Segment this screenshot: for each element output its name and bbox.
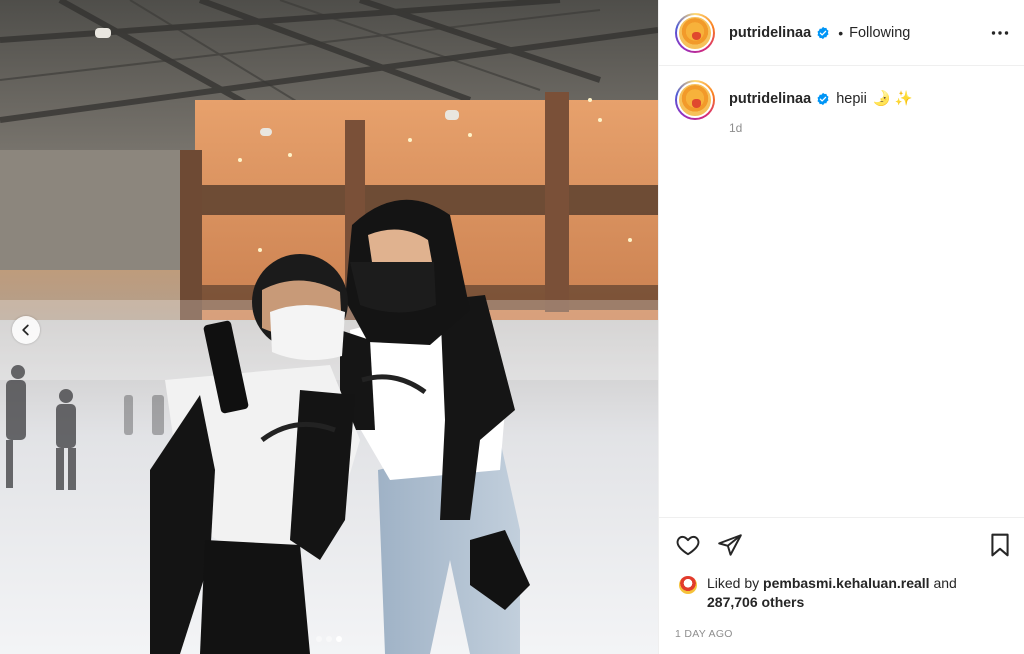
caption-author-avatar[interactable] — [675, 80, 715, 120]
author-avatar[interactable] — [675, 12, 715, 53]
more-options-icon[interactable] — [990, 23, 1010, 43]
likes-summary: Liked by pembasmi.kehaluan.reall and 287… — [675, 574, 1012, 612]
carousel-indicator — [0, 636, 658, 642]
post-media[interactable] — [0, 0, 658, 654]
caption-emoji: 🌛 ✨ — [872, 91, 913, 107]
post-photo — [0, 0, 658, 654]
likes-connector: and — [933, 575, 957, 591]
likes-others-count[interactable]: 287,706 others — [707, 594, 804, 610]
post-header: putridelinaa • Following — [659, 0, 1024, 66]
caption-timestamp[interactable]: 1d — [729, 121, 913, 135]
carousel-dot — [326, 636, 332, 642]
carousel-prev-button[interactable] — [12, 316, 40, 344]
profile-avatar-image — [677, 82, 713, 118]
caption-body: putridelinaa hepii 🌛 ✨ 1d — [729, 80, 913, 136]
heart-icon[interactable] — [675, 532, 701, 558]
send-icon[interactable] — [717, 532, 743, 558]
caption-row: putridelinaa hepii 🌛 ✨ 1d — [659, 66, 1024, 135]
post-actions: Liked by pembasmi.kehaluan.reall and 287… — [659, 517, 1024, 640]
author-username[interactable]: putridelinaa — [729, 25, 811, 41]
likes-prefix: Liked by — [707, 575, 760, 591]
carousel-dot-active — [336, 636, 342, 642]
following-button[interactable]: Following — [849, 25, 910, 41]
chevron-left-icon — [22, 324, 29, 336]
action-bar — [675, 532, 1012, 558]
liker-username[interactable]: pembasmi.kehaluan.reall — [763, 575, 930, 591]
bookmark-icon[interactable] — [988, 532, 1012, 558]
caption-username[interactable]: putridelinaa — [729, 91, 811, 107]
instagram-post: putridelinaa • Following putridelinaa he… — [0, 0, 1024, 654]
liker-avatar[interactable] — [679, 576, 697, 594]
verified-badge-icon — [816, 26, 830, 40]
profile-avatar-image — [677, 14, 713, 51]
post-date[interactable]: 1 DAY AGO — [675, 628, 1012, 640]
caption-line: putridelinaa hepii 🌛 ✨ — [729, 90, 913, 108]
carousel-dot — [316, 636, 322, 642]
likes-text: Liked by pembasmi.kehaluan.reall and 287… — [707, 574, 957, 612]
post-side-panel: putridelinaa • Following putridelinaa he… — [658, 0, 1024, 654]
verified-badge-icon — [816, 92, 830, 106]
header-separator: • — [838, 24, 844, 41]
caption-text: hepii — [836, 90, 867, 107]
